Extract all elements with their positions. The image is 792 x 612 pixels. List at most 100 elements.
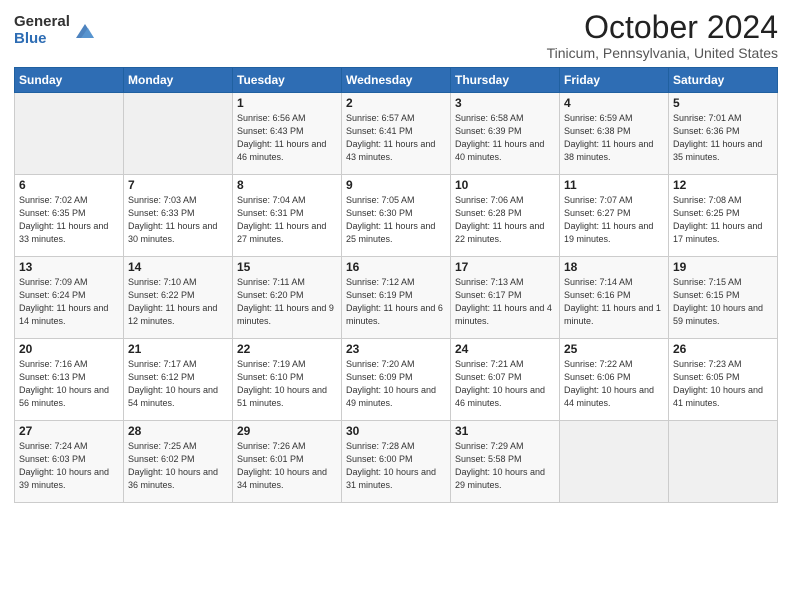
calendar-table: SundayMondayTuesdayWednesdayThursdayFrid… bbox=[14, 67, 778, 503]
calendar-cell: 2 Sunrise: 6:57 AMSunset: 6:41 PMDaylight… bbox=[342, 93, 451, 175]
day-info: Sunrise: 7:01 AMSunset: 6:36 PMDaylight:… bbox=[673, 113, 762, 162]
week-row-1: 1 Sunrise: 6:56 AMSunset: 6:43 PMDaylight… bbox=[15, 93, 778, 175]
day-number: 6 bbox=[19, 178, 119, 192]
logo: General Blue bbox=[14, 14, 96, 47]
calendar-cell: 22 Sunrise: 7:19 AMSunset: 6:10 PMDayligh… bbox=[233, 339, 342, 421]
calendar-cell: 14 Sunrise: 7:10 AMSunset: 6:22 PMDayligh… bbox=[124, 257, 233, 339]
calendar-cell: 8 Sunrise: 7:04 AMSunset: 6:31 PMDaylight… bbox=[233, 175, 342, 257]
calendar-cell bbox=[669, 421, 778, 503]
day-info: Sunrise: 7:05 AMSunset: 6:30 PMDaylight:… bbox=[346, 195, 435, 244]
day-number: 22 bbox=[237, 342, 337, 356]
day-number: 17 bbox=[455, 260, 555, 274]
weekday-sunday: Sunday bbox=[15, 68, 124, 93]
calendar-cell: 4 Sunrise: 6:59 AMSunset: 6:38 PMDaylight… bbox=[560, 93, 669, 175]
day-info: Sunrise: 7:21 AMSunset: 6:07 PMDaylight:… bbox=[455, 359, 545, 408]
calendar-cell: 29Sunrise: 7:26 AMSunset: 6:01 PMDayligh… bbox=[233, 421, 342, 503]
calendar-cell: 13Sunrise: 7:09 AMSunset: 6:24 PMDayligh… bbox=[15, 257, 124, 339]
calendar-cell: 15Sunrise: 7:11 AMSunset: 6:20 PMDayligh… bbox=[233, 257, 342, 339]
day-number: 15 bbox=[237, 260, 337, 274]
calendar-cell: 10 Sunrise: 7:06 AMSunset: 6:28 PMDayligh… bbox=[451, 175, 560, 257]
day-info: Sunrise: 7:15 AMSunset: 6:15 PMDaylight:… bbox=[673, 277, 763, 326]
calendar-cell: 19 Sunrise: 7:15 AMSunset: 6:15 PMDayligh… bbox=[669, 257, 778, 339]
calendar-body: 1 Sunrise: 6:56 AMSunset: 6:43 PMDaylight… bbox=[15, 93, 778, 503]
day-number: 26 bbox=[673, 342, 773, 356]
day-info: Sunrise: 7:12 AMSunset: 6:19 PMDaylight:… bbox=[346, 277, 443, 326]
day-info: Sunrise: 7:19 AMSunset: 6:10 PMDaylight:… bbox=[237, 359, 327, 408]
weekday-saturday: Saturday bbox=[669, 68, 778, 93]
day-number: 18 bbox=[564, 260, 664, 274]
calendar-cell: 17 Sunrise: 7:13 AMSunset: 6:17 PMDayligh… bbox=[451, 257, 560, 339]
day-number: 5 bbox=[673, 96, 773, 110]
day-info: Sunrise: 6:58 AMSunset: 6:39 PMDaylight:… bbox=[455, 113, 544, 162]
day-number: 1 bbox=[237, 96, 337, 110]
day-number: 16 bbox=[346, 260, 446, 274]
day-number: 2 bbox=[346, 96, 446, 110]
day-number: 31 bbox=[455, 424, 555, 438]
day-number: 19 bbox=[673, 260, 773, 274]
day-info: Sunrise: 7:20 AMSunset: 6:09 PMDaylight:… bbox=[346, 359, 436, 408]
calendar-cell bbox=[124, 93, 233, 175]
calendar-cell: 1 Sunrise: 6:56 AMSunset: 6:43 PMDaylight… bbox=[233, 93, 342, 175]
calendar-cell: 5 Sunrise: 7:01 AMSunset: 6:36 PMDaylight… bbox=[669, 93, 778, 175]
day-info: Sunrise: 7:16 AMSunset: 6:13 PMDaylight:… bbox=[19, 359, 109, 408]
day-number: 24 bbox=[455, 342, 555, 356]
day-info: Sunrise: 7:22 AMSunset: 6:06 PMDaylight:… bbox=[564, 359, 654, 408]
calendar-cell: 30Sunrise: 7:28 AMSunset: 6:00 PMDayligh… bbox=[342, 421, 451, 503]
day-info: Sunrise: 7:07 AMSunset: 6:27 PMDaylight:… bbox=[564, 195, 653, 244]
calendar-cell: 18 Sunrise: 7:14 AMSunset: 6:16 PMDayligh… bbox=[560, 257, 669, 339]
title-block: October 2024 Tinicum, Pennsylvania, Unit… bbox=[547, 10, 778, 61]
day-number: 23 bbox=[346, 342, 446, 356]
calendar-cell: 23 Sunrise: 7:20 AMSunset: 6:09 PMDayligh… bbox=[342, 339, 451, 421]
day-number: 25 bbox=[564, 342, 664, 356]
day-number: 10 bbox=[455, 178, 555, 192]
weekday-wednesday: Wednesday bbox=[342, 68, 451, 93]
calendar-header: SundayMondayTuesdayWednesdayThursdayFrid… bbox=[15, 68, 778, 93]
day-number: 9 bbox=[346, 178, 446, 192]
calendar-cell bbox=[15, 93, 124, 175]
day-info: Sunrise: 7:03 AMSunset: 6:33 PMDaylight:… bbox=[128, 195, 217, 244]
day-info: Sunrise: 7:02 AMSunset: 6:35 PMDaylight:… bbox=[19, 195, 108, 244]
week-row-4: 20 Sunrise: 7:16 AMSunset: 6:13 PMDayligh… bbox=[15, 339, 778, 421]
day-number: 8 bbox=[237, 178, 337, 192]
calendar-cell: 26 Sunrise: 7:23 AMSunset: 6:05 PMDayligh… bbox=[669, 339, 778, 421]
day-info: Sunrise: 7:10 AMSunset: 6:22 PMDaylight:… bbox=[128, 277, 217, 326]
day-info: Sunrise: 6:56 AMSunset: 6:43 PMDaylight:… bbox=[237, 113, 326, 162]
calendar-cell: 20 Sunrise: 7:16 AMSunset: 6:13 PMDayligh… bbox=[15, 339, 124, 421]
day-number: 4 bbox=[564, 96, 664, 110]
day-number: 27 bbox=[19, 424, 119, 438]
day-number: 20 bbox=[19, 342, 119, 356]
day-number: 7 bbox=[128, 178, 228, 192]
day-info: Sunrise: 7:08 AMSunset: 6:25 PMDaylight:… bbox=[673, 195, 762, 244]
weekday-tuesday: Tuesday bbox=[233, 68, 342, 93]
logo-blue-text: Blue bbox=[14, 31, 70, 48]
calendar-cell: 24 Sunrise: 7:21 AMSunset: 6:07 PMDayligh… bbox=[451, 339, 560, 421]
day-info: Sunrise: 7:17 AMSunset: 6:12 PMDaylight:… bbox=[128, 359, 218, 408]
day-info: Sunrise: 7:23 AMSunset: 6:05 PMDaylight:… bbox=[673, 359, 763, 408]
day-info: Sunrise: 7:14 AMSunset: 6:16 PMDaylight:… bbox=[564, 277, 661, 326]
calendar-cell: 11 Sunrise: 7:07 AMSunset: 6:27 PMDayligh… bbox=[560, 175, 669, 257]
week-row-3: 13Sunrise: 7:09 AMSunset: 6:24 PMDayligh… bbox=[15, 257, 778, 339]
day-number: 21 bbox=[128, 342, 228, 356]
calendar-cell: 27 Sunrise: 7:24 AMSunset: 6:03 PMDayligh… bbox=[15, 421, 124, 503]
day-info: Sunrise: 7:28 AMSunset: 6:00 PMDaylight:… bbox=[346, 441, 436, 490]
calendar-cell bbox=[560, 421, 669, 503]
day-info: Sunrise: 7:04 AMSunset: 6:31 PMDaylight:… bbox=[237, 195, 326, 244]
day-info: Sunrise: 6:59 AMSunset: 6:38 PMDaylight:… bbox=[564, 113, 653, 162]
week-row-5: 27 Sunrise: 7:24 AMSunset: 6:03 PMDayligh… bbox=[15, 421, 778, 503]
calendar-cell: 6 Sunrise: 7:02 AMSunset: 6:35 PMDaylight… bbox=[15, 175, 124, 257]
calendar-cell: 12 Sunrise: 7:08 AMSunset: 6:25 PMDayligh… bbox=[669, 175, 778, 257]
day-number: 14 bbox=[128, 260, 228, 274]
day-info: Sunrise: 6:57 AMSunset: 6:41 PMDaylight:… bbox=[346, 113, 435, 162]
day-number: 3 bbox=[455, 96, 555, 110]
day-info: Sunrise: 7:24 AMSunset: 6:03 PMDaylight:… bbox=[19, 441, 109, 490]
calendar-cell: 28Sunrise: 7:25 AMSunset: 6:02 PMDayligh… bbox=[124, 421, 233, 503]
calendar-page: General Blue October 2024 Tinicum, Penns… bbox=[0, 0, 792, 612]
calendar-cell: 21 Sunrise: 7:17 AMSunset: 6:12 PMDayligh… bbox=[124, 339, 233, 421]
day-number: 11 bbox=[564, 178, 664, 192]
weekday-friday: Friday bbox=[560, 68, 669, 93]
day-number: 12 bbox=[673, 178, 773, 192]
day-info: Sunrise: 7:06 AMSunset: 6:28 PMDaylight:… bbox=[455, 195, 544, 244]
weekday-thursday: Thursday bbox=[451, 68, 560, 93]
day-info: Sunrise: 7:13 AMSunset: 6:17 PMDaylight:… bbox=[455, 277, 552, 326]
day-info: Sunrise: 7:29 AMSunset: 5:58 PMDaylight:… bbox=[455, 441, 545, 490]
